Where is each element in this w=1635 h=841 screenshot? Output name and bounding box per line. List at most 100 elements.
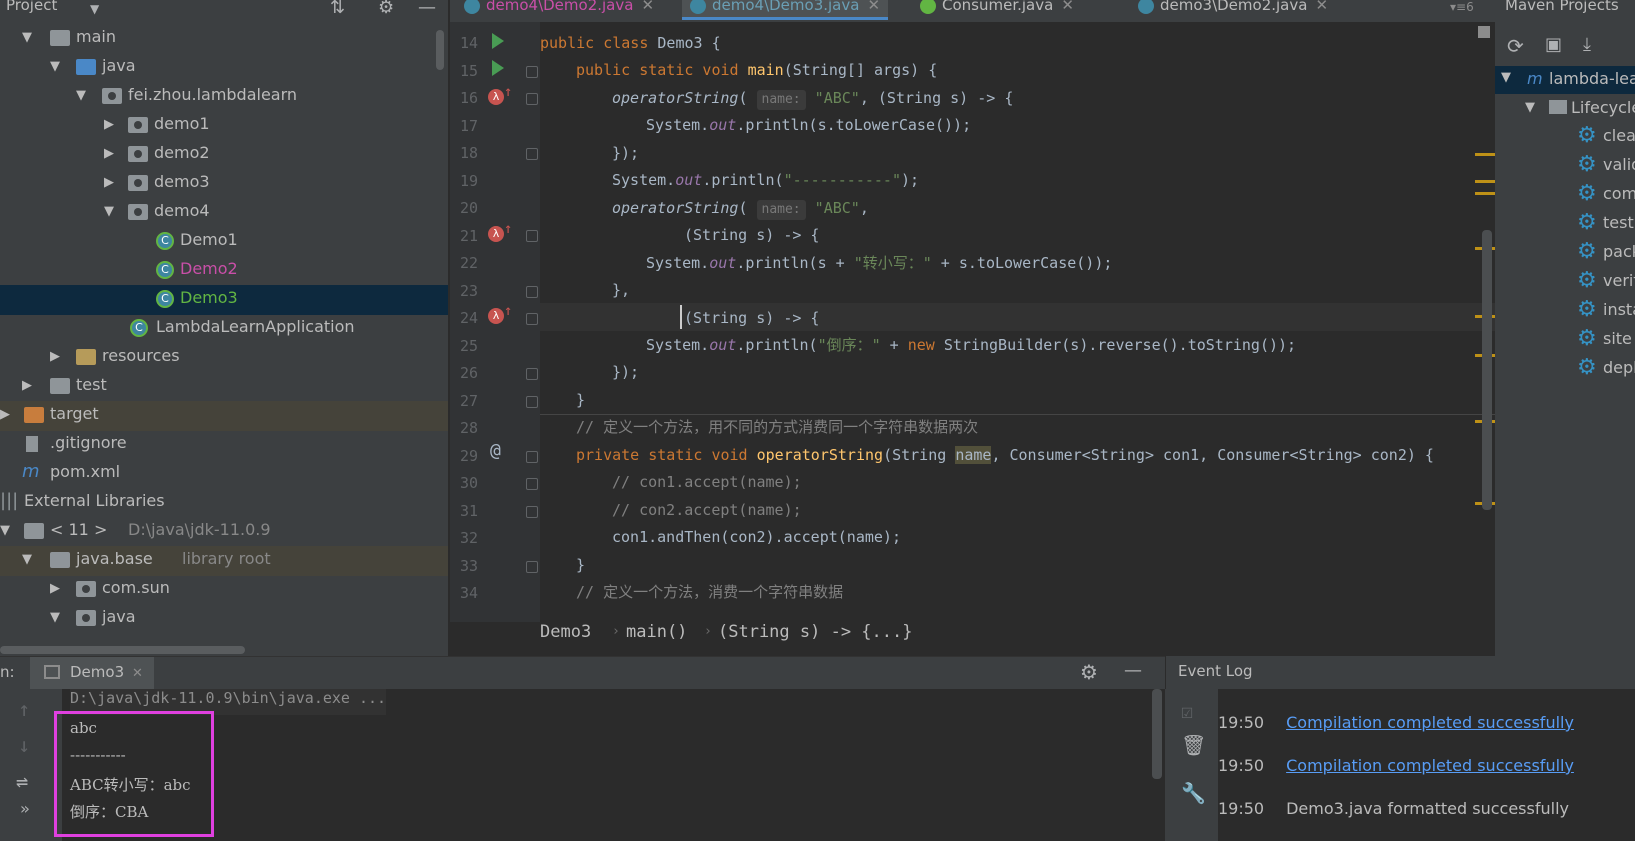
vertical-scrollbar[interactable] xyxy=(436,30,444,70)
collapse-arrow-icon[interactable]: ▶ xyxy=(0,407,10,422)
tree-item-package[interactable]: ▼ fei.zhou.lambdalearn xyxy=(0,82,448,112)
tree-item-gitignore[interactable]: .gitignore xyxy=(0,430,448,460)
expand-arrow-icon[interactable]: ▼ xyxy=(0,523,10,538)
maven-root-row[interactable]: ▼ m lambda-learn xyxy=(1495,66,1635,94)
tree-item-com-sun[interactable]: ▶ com.sun xyxy=(0,575,448,605)
tab-consumer[interactable]: Consumer.java ✕ xyxy=(920,0,1074,20)
fold-marker-icon[interactable] xyxy=(526,230,538,242)
close-icon[interactable]: ✕ xyxy=(1061,0,1074,14)
close-icon[interactable]: ✕ xyxy=(132,666,143,681)
error-stripe-marker[interactable] xyxy=(1475,192,1495,195)
fold-marker-icon[interactable] xyxy=(526,66,538,78)
more-icon[interactable]: » xyxy=(20,799,30,818)
event-link[interactable]: Compilation completed successfully xyxy=(1286,756,1574,775)
tree-item-java[interactable]: ▼ java xyxy=(0,53,448,83)
fold-marker-icon[interactable] xyxy=(526,286,538,298)
mark-read-icon[interactable]: ☑ xyxy=(1181,699,1193,723)
collapse-arrow-icon[interactable]: ▶ xyxy=(104,146,114,161)
down-arrow-icon[interactable]: ↓ xyxy=(18,733,30,757)
generate-sources-icon[interactable]: ▣ xyxy=(1545,34,1562,55)
annotation-at-icon[interactable]: @ xyxy=(490,440,501,461)
event-link[interactable]: Compilation completed successfully xyxy=(1286,713,1574,732)
fold-marker-icon[interactable] xyxy=(526,93,538,105)
breadcrumb-item[interactable]: main() xyxy=(626,622,687,642)
tree-item-main[interactable]: ▼ main xyxy=(0,24,448,54)
lambda-icon[interactable]: λ xyxy=(488,308,504,324)
soft-wrap-icon[interactable]: ⇌ xyxy=(16,769,28,793)
tab-demo4-demo3[interactable]: demo4\Demo3.java ✕ xyxy=(682,0,889,20)
fold-marker-icon[interactable] xyxy=(526,368,538,380)
close-icon[interactable]: ✕ xyxy=(1315,0,1328,14)
minimize-icon[interactable]: — xyxy=(1124,660,1142,681)
expand-arrow-icon[interactable]: ▼ xyxy=(1525,100,1535,115)
tree-item-resources[interactable]: ▶ resources xyxy=(0,343,448,373)
editor-scrollbar[interactable] xyxy=(1482,230,1492,510)
tree-item-Demo2[interactable]: C Demo2 xyxy=(0,256,448,286)
fold-marker-icon[interactable] xyxy=(526,506,538,518)
fold-marker-icon[interactable] xyxy=(526,396,538,408)
lambda-icon[interactable]: λ xyxy=(488,226,504,242)
console-output[interactable]: D:\java\jdk-11.0.9\bin\java.exe ... abc … xyxy=(62,689,1165,841)
expand-arrow-icon[interactable]: ▼ xyxy=(76,88,86,103)
code-editor[interactable]: public class Demo3 { public static void … xyxy=(540,22,1495,622)
dropdown-arrow-icon[interactable]: ▼ xyxy=(90,2,99,16)
tree-item-demo1[interactable]: ▶ demo1 xyxy=(0,111,448,141)
download-icon[interactable]: ⤓ xyxy=(1583,34,1591,55)
tree-item-Demo3[interactable]: C Demo3 xyxy=(0,285,448,315)
collapse-arrow-icon[interactable]: ▶ xyxy=(104,117,114,132)
breadcrumb-item[interactable]: (String s) -> {...} xyxy=(718,622,912,642)
tree-item-target[interactable]: ▶ target xyxy=(0,401,448,431)
fold-marker-icon[interactable] xyxy=(526,148,538,160)
expand-arrow-icon[interactable]: ▼ xyxy=(1501,70,1511,85)
horizontal-scrollbar[interactable] xyxy=(0,646,245,654)
expand-arrow-icon[interactable]: ▼ xyxy=(22,552,32,567)
collapse-arrow-icon[interactable]: ▶ xyxy=(104,175,114,190)
trash-icon[interactable]: 🗑 xyxy=(1181,733,1206,757)
refresh-icon[interactable]: ⟳ xyxy=(1507,34,1524,58)
tabs-overflow-button[interactable]: ▾≡6 xyxy=(1450,0,1474,24)
error-stripe-marker[interactable] xyxy=(1475,153,1495,156)
tree-item-java-base[interactable]: ▼ java.base library root xyxy=(0,546,448,576)
tree-item-demo3[interactable]: ▶ demo3 xyxy=(0,169,448,199)
wrench-icon[interactable]: 🔧 xyxy=(1181,781,1206,805)
tree-item-demo2[interactable]: ▶ demo2 xyxy=(0,140,448,170)
lambda-icon[interactable]: λ xyxy=(488,89,504,105)
close-icon[interactable]: ✕ xyxy=(867,0,880,14)
close-icon[interactable]: ✕ xyxy=(641,0,654,14)
up-arrow-icon[interactable]: ↑ xyxy=(18,697,30,721)
minimize-icon[interactable]: — xyxy=(418,0,436,18)
expand-arrow-icon[interactable]: ▼ xyxy=(50,59,60,74)
tree-item-jdk[interactable]: ▼ < 11 > D:\java\jdk-11.0.9 xyxy=(0,517,448,547)
tree-item-LambdaLearnApplication[interactable]: C LambdaLearnApplication xyxy=(0,314,448,344)
tab-demo4-demo2[interactable]: demo4\Demo2.java ✕ xyxy=(464,0,654,20)
gear-icon[interactable]: ⚙ xyxy=(1080,660,1098,684)
expand-arrow-icon[interactable]: ▼ xyxy=(22,30,32,45)
project-panel-title[interactable]: Project xyxy=(6,0,57,14)
implements-arrow-icon[interactable]: ↑ xyxy=(504,303,512,319)
tree-item-Demo1[interactable]: C Demo1 xyxy=(0,227,448,257)
tab-demo3-demo2[interactable]: demo3\Demo2.java ✕ xyxy=(1138,0,1328,20)
fold-marker-icon[interactable] xyxy=(526,561,538,573)
fold-marker-icon[interactable] xyxy=(526,451,538,463)
tree-item-external-libraries[interactable]: ||| External Libraries xyxy=(0,488,448,518)
fold-marker-icon[interactable] xyxy=(526,478,538,490)
collapse-arrow-icon[interactable]: ▶ xyxy=(22,378,32,393)
implements-arrow-icon[interactable]: ↑ xyxy=(504,84,512,100)
tree-item-java-pkg[interactable]: ▼ java xyxy=(0,604,448,634)
run-icon[interactable] xyxy=(492,60,504,76)
breadcrumb-item[interactable]: Demo3 xyxy=(540,622,591,642)
inspection-status-icon[interactable] xyxy=(1478,26,1490,38)
tree-item-demo4[interactable]: ▼ demo4 xyxy=(0,198,448,228)
run-icon[interactable] xyxy=(492,33,504,49)
tree-item-test[interactable]: ▶ test xyxy=(0,372,448,402)
implements-arrow-icon[interactable]: ↑ xyxy=(504,221,512,237)
console-scrollbar[interactable] xyxy=(1152,689,1162,779)
fold-marker-icon[interactable] xyxy=(526,313,538,325)
collapse-arrow-icon[interactable]: ▶ xyxy=(50,581,60,596)
collapse-arrow-icon[interactable]: ▶ xyxy=(50,349,60,364)
run-tab-demo3[interactable]: Demo3 ✕ xyxy=(30,657,154,690)
tree-item-pom[interactable]: m pom.xml xyxy=(0,459,448,489)
gear-icon[interactable]: ⚙ xyxy=(378,0,394,18)
collapse-all-icon[interactable]: ⇅ xyxy=(330,0,345,18)
expand-arrow-icon[interactable]: ▼ xyxy=(104,204,114,219)
